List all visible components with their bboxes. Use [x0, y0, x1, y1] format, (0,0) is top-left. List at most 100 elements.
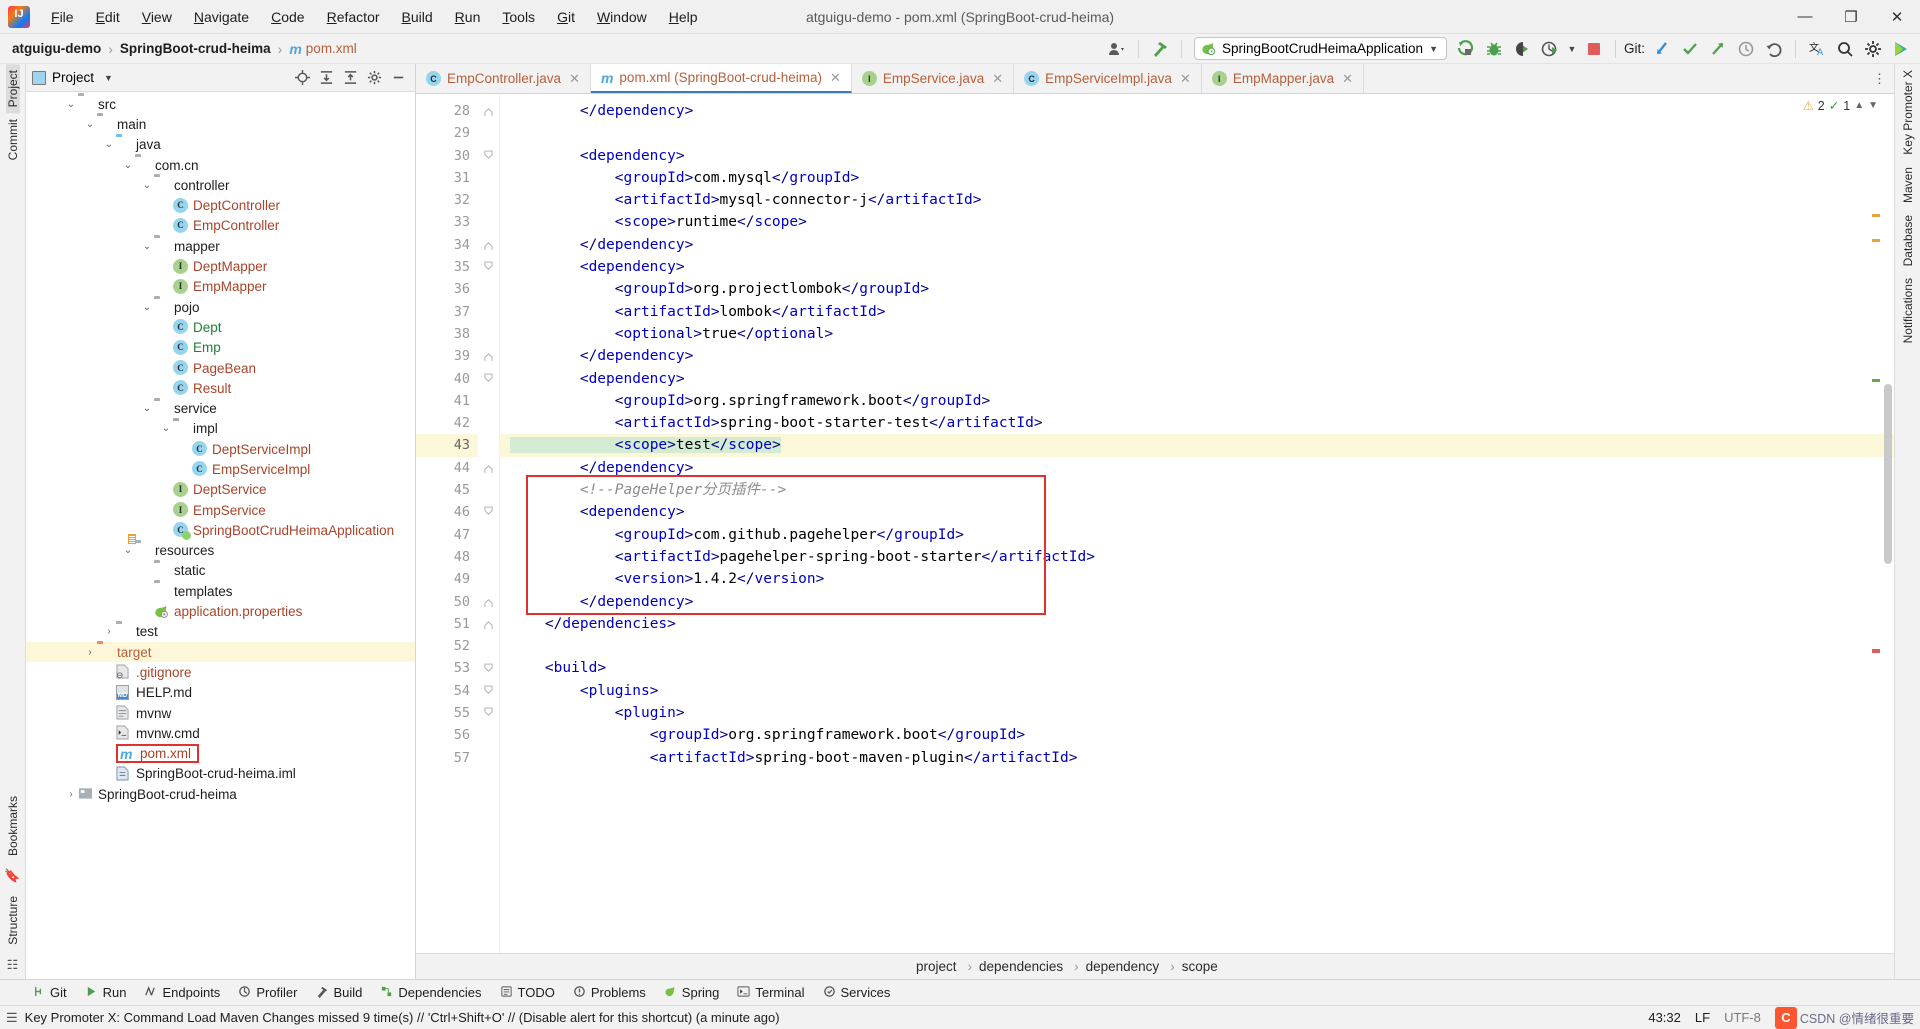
- translate-icon[interactable]: 文A: [1804, 37, 1830, 61]
- close-icon[interactable]: ✕: [1180, 71, 1191, 87]
- gutter-line-28[interactable]: 28: [416, 100, 478, 122]
- tool-window-button-endpoints[interactable]: Endpoints: [136, 983, 228, 1003]
- fold-marker-56[interactable]: [478, 724, 499, 746]
- tree-node-empserviceimpl[interactable]: ›CEmpServiceImpl: [26, 459, 415, 479]
- project-tree[interactable]: ⌄src⌄main⌄java⌄com.cn⌄controller›CDeptCo…: [26, 92, 415, 979]
- tree-node-deptserviceimpl[interactable]: ›CDeptServiceImpl: [26, 439, 415, 459]
- code-line-49[interactable]: <version>1.4.2</version>: [500, 568, 1894, 590]
- code-line-44[interactable]: </dependency>: [500, 457, 1894, 479]
- fold-marker-35[interactable]: [478, 256, 499, 278]
- code-line-37[interactable]: <artifactId>lombok</artifactId>: [500, 301, 1894, 323]
- fold-marker-47[interactable]: [478, 524, 499, 546]
- gutter-line-30[interactable]: 30: [416, 145, 492, 167]
- code-line-35[interactable]: <dependency>: [500, 256, 1894, 278]
- menu-file[interactable]: FFileile: [40, 5, 85, 29]
- code-line-40[interactable]: <dependency>: [500, 368, 1894, 390]
- tree-node-springboot-crud-heima[interactable]: › SpringBoot-crud-heima: [26, 784, 415, 804]
- editor-breadcrumb-project[interactable]: project: [916, 959, 957, 974]
- tree-node-empservice[interactable]: ›IEmpService: [26, 500, 415, 520]
- tool-window-button-problems[interactable]: Problems: [565, 983, 654, 1003]
- fold-marker-51[interactable]: [478, 613, 499, 635]
- tree-node-empcontroller[interactable]: ›CEmpController: [26, 216, 415, 236]
- tree-expand-arrow[interactable]: ›: [64, 789, 78, 800]
- code-line-32[interactable]: <artifactId>mysql-connector-j</artifactI…: [500, 189, 1894, 211]
- fold-marker-32[interactable]: [478, 189, 499, 211]
- tree-node-com-cn[interactable]: ⌄ com.cn: [26, 155, 415, 175]
- fold-marker-33[interactable]: [478, 211, 499, 233]
- run-configuration-selector[interactable]: SpringBootCrudHeimaApplication ▼: [1193, 37, 1447, 60]
- git-rollback-icon[interactable]: [1761, 37, 1787, 61]
- tool-window-button-terminal[interactable]: Terminal: [729, 983, 812, 1003]
- fold-marker-48[interactable]: [478, 546, 499, 568]
- tool-window-button-run[interactable]: Run: [77, 983, 135, 1003]
- git-push-icon[interactable]: [1705, 37, 1731, 61]
- code-line-51[interactable]: </dependencies>: [500, 613, 1894, 635]
- close-icon[interactable]: ✕: [830, 70, 841, 86]
- fold-marker-57[interactable]: [478, 747, 499, 769]
- chevron-up-icon[interactable]: ▲: [1854, 100, 1864, 111]
- code-line-55[interactable]: <plugin>: [500, 702, 1894, 724]
- tree-node-result[interactable]: ›CResult: [26, 378, 415, 398]
- gutter-line-51[interactable]: 51: [416, 613, 478, 635]
- code-line-53[interactable]: <build>: [500, 657, 1894, 679]
- code-line-50[interactable]: </dependency>: [500, 591, 1894, 613]
- settings-gear-icon[interactable]: [363, 67, 385, 89]
- editor-tab-empservice[interactable]: I EmpService.java ✕: [851, 64, 1015, 93]
- strip-button-commit[interactable]: Commit: [6, 113, 20, 166]
- gutter-line-49[interactable]: 49: [416, 568, 478, 590]
- strip-button-database[interactable]: Database: [1901, 209, 1915, 272]
- collapse-all-icon[interactable]: [339, 67, 361, 89]
- fold-marker-45[interactable]: [478, 479, 499, 501]
- gutter-line-41[interactable]: 41: [416, 390, 478, 412]
- editor-code[interactable]: </dependency> <dependency> <groupId>com.…: [500, 94, 1894, 953]
- editor-tab-empmapper[interactable]: I EmpMapper.java ✕: [1201, 64, 1365, 93]
- tree-node-static[interactable]: ›static: [26, 561, 415, 581]
- tree-node-springboot-crud-heima-iml[interactable]: ›SpringBoot-crud-heima.iml: [26, 764, 415, 784]
- code-line-52[interactable]: [500, 635, 1894, 657]
- settings-gear-icon[interactable]: [1860, 37, 1886, 61]
- fold-marker-42[interactable]: [478, 412, 499, 434]
- expand-all-icon[interactable]: [315, 67, 337, 89]
- code-line-36[interactable]: <groupId>org.projectlombok</groupId>: [500, 278, 1894, 300]
- tree-node-java[interactable]: ⌄ java: [26, 135, 415, 155]
- breadcrumb-file[interactable]: pom.xml: [306, 41, 357, 56]
- code-line-48[interactable]: <artifactId>pagehelper-spring-boot-start…: [500, 546, 1894, 568]
- fold-marker-40[interactable]: [478, 368, 499, 390]
- gutter-line-42[interactable]: 42: [416, 412, 478, 434]
- tree-node-main[interactable]: ⌄ main: [26, 114, 415, 134]
- editor-breadcrumbs[interactable]: project › dependencies › dependency › scope: [416, 953, 1894, 979]
- code-line-39[interactable]: </dependency>: [500, 345, 1894, 367]
- menu-code[interactable]: Code: [260, 5, 315, 29]
- gutter-line-43[interactable]: 43: [416, 434, 478, 457]
- gutter-line-37[interactable]: 37: [416, 301, 478, 323]
- gutter-line-55[interactable]: 55: [416, 702, 478, 724]
- stripe-mark-warning[interactable]: [1872, 214, 1880, 217]
- tree-node-service[interactable]: ⌄ service: [26, 398, 415, 418]
- tree-node-resources[interactable]: ⌄ resources: [26, 541, 415, 561]
- user-dropdown-icon[interactable]: [1104, 37, 1130, 61]
- code-line-31[interactable]: <groupId>com.mysql</groupId>: [500, 167, 1894, 189]
- tree-expand-arrow[interactable]: ›: [102, 626, 116, 637]
- fold-marker-54[interactable]: [478, 680, 499, 702]
- gutter-line-34[interactable]: 34: [416, 234, 478, 256]
- code-line-41[interactable]: <groupId>org.springframework.boot</group…: [500, 390, 1894, 412]
- close-icon[interactable]: ✕: [1342, 71, 1353, 87]
- build-hammer-icon[interactable]: [1147, 37, 1173, 61]
- tree-node-mapper[interactable]: ⌄ mapper: [26, 236, 415, 256]
- fold-marker-52[interactable]: [478, 635, 499, 657]
- tree-expand-arrow[interactable]: ⌄: [159, 423, 173, 434]
- code-line-33[interactable]: <scope>runtime</scope>: [500, 211, 1894, 233]
- menu-edit[interactable]: Edit: [85, 5, 131, 29]
- tool-window-button-git[interactable]: Git: [24, 983, 75, 1003]
- tree-node-controller[interactable]: ⌄ controller: [26, 175, 415, 195]
- gutter-line-29[interactable]: 29: [416, 122, 478, 144]
- code-line-45[interactable]: <!--PageHelper分页插件-->: [500, 479, 1894, 501]
- fold-marker-46[interactable]: [478, 501, 499, 523]
- gutter-line-35[interactable]: 35: [416, 256, 492, 278]
- gutter-line-57[interactable]: 57: [416, 747, 478, 769]
- tree-node-pojo[interactable]: ⌄ pojo: [26, 297, 415, 317]
- gutter-line-32[interactable]: 32: [416, 189, 478, 211]
- menu-view[interactable]: View: [131, 5, 183, 29]
- tree-expand-arrow[interactable]: ›: [83, 647, 97, 658]
- tree-node-test[interactable]: › test: [26, 622, 415, 642]
